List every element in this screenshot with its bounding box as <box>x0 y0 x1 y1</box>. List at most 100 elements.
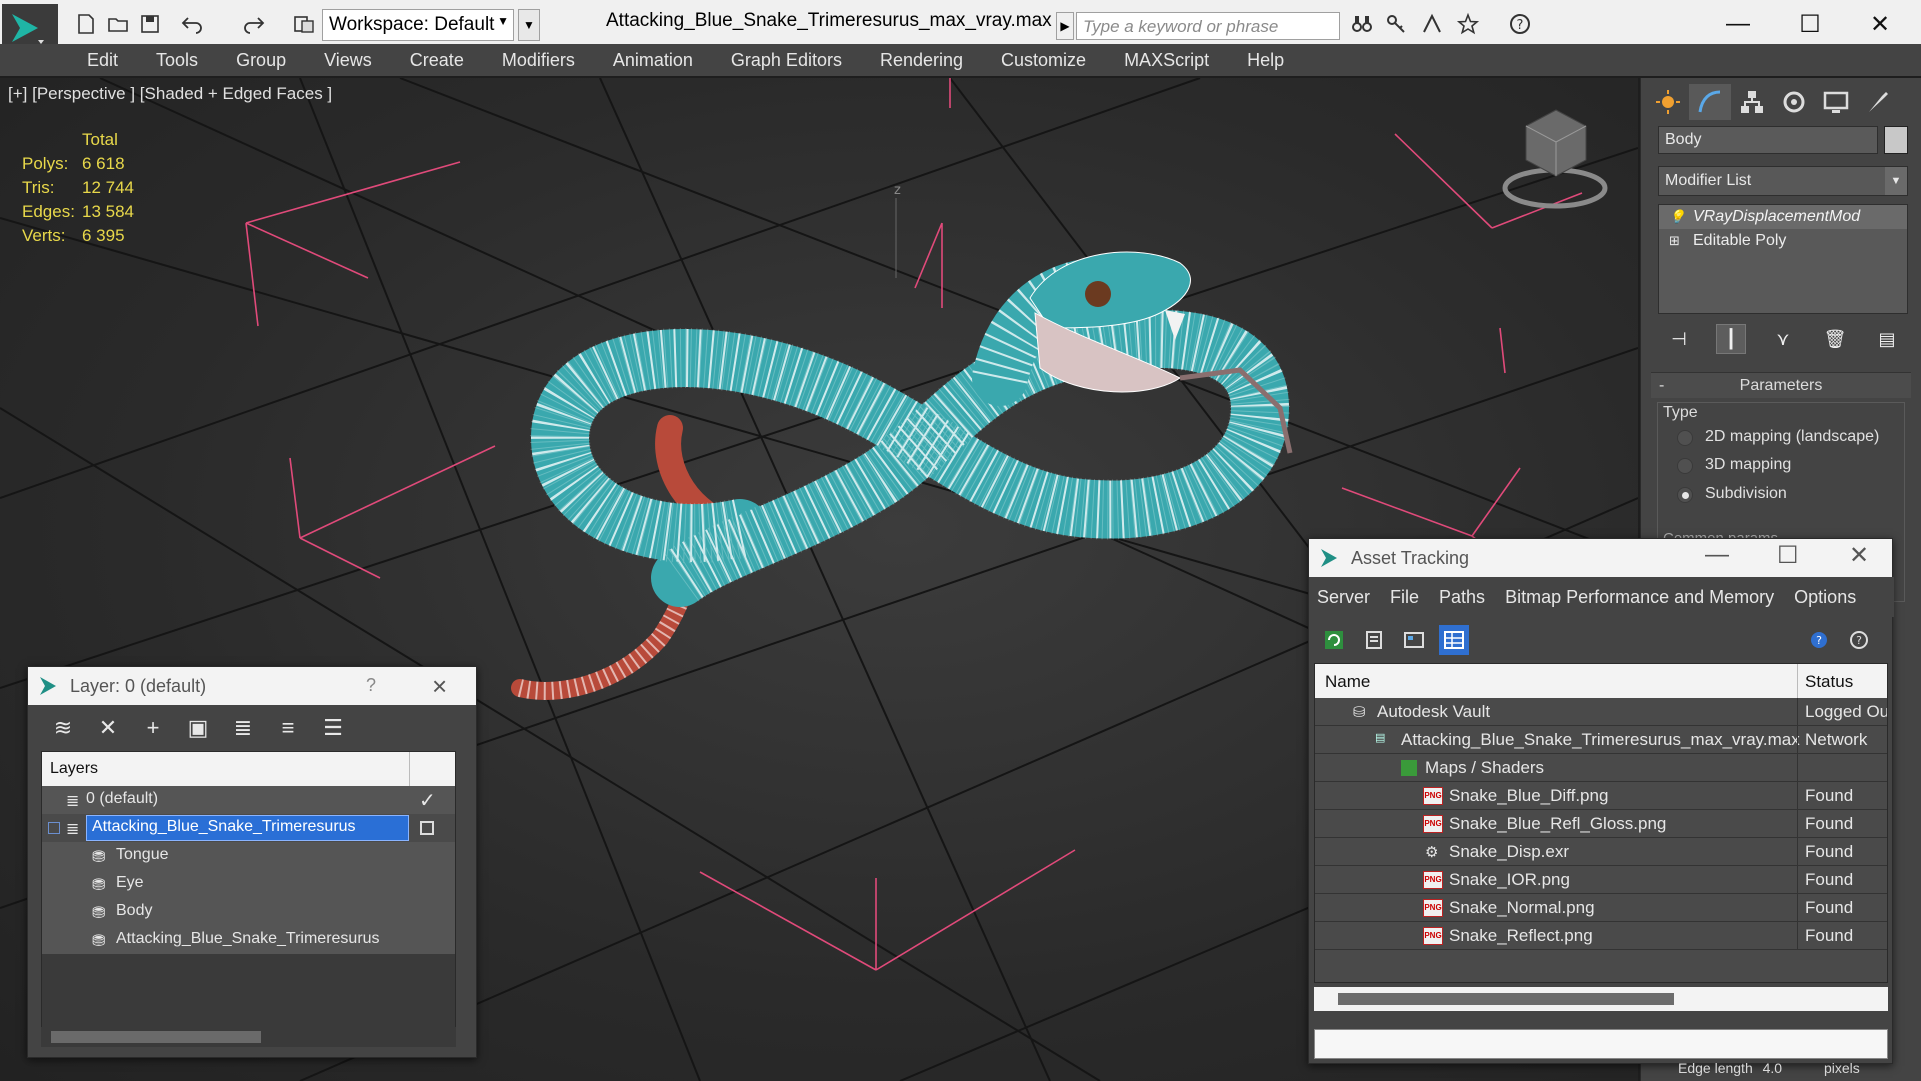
redo-icon[interactable] <box>240 10 268 38</box>
search-expand-button[interactable]: ▶ <box>1056 12 1074 40</box>
layer-row-snake[interactable]: ≣ Attacking_Blue_Snake_Trimeresurus <box>42 814 455 842</box>
pin-stack-icon[interactable]: ⊣ <box>1664 324 1694 354</box>
menu-rendering[interactable]: Rendering <box>861 50 982 71</box>
menu-modifiers[interactable]: Modifiers <box>483 50 594 71</box>
asset-window-titlebar[interactable]: Asset Tracking — ☐ ✕ <box>1309 539 1892 577</box>
menu-paths[interactable]: Paths <box>1439 587 1485 608</box>
refresh-icon[interactable] <box>1319 625 1349 655</box>
menu-animation[interactable]: Animation <box>594 50 712 71</box>
viewport-label[interactable]: [+] [Perspective ] [Shaded + Edged Faces… <box>8 84 332 104</box>
maximize-button[interactable]: ☐ <box>1782 6 1838 42</box>
show-end-result-icon[interactable]: ┃ <box>1716 324 1746 354</box>
hide-all-layers-icon[interactable]: ☰ <box>318 713 348 743</box>
menu-graph-editors[interactable]: Graph Editors <box>712 50 861 71</box>
collapse-icon[interactable] <box>48 822 60 834</box>
current-layer-check-icon[interactable]: ✓ <box>419 788 436 813</box>
layer-row-object[interactable]: ⛃ Tongue <box>42 842 455 870</box>
search-input[interactable]: Type a keyword or phrase <box>1076 12 1340 40</box>
select-layer-icon[interactable]: ≣ <box>228 713 258 743</box>
undo-icon[interactable] <box>178 10 206 38</box>
make-unique-icon[interactable]: ⋎ <box>1768 324 1798 354</box>
open-folder-icon[interactable] <box>104 10 132 38</box>
menu-file[interactable]: File <box>1390 587 1419 608</box>
asset-row-maps[interactable]: Maps / Shaders <box>1315 754 1887 782</box>
minimize-icon[interactable]: — <box>1705 541 1729 569</box>
minimize-button[interactable]: — <box>1710 6 1766 42</box>
utilities-tab-icon[interactable] <box>1857 84 1899 120</box>
menu-edit[interactable]: Edit <box>68 50 137 71</box>
new-file-icon[interactable] <box>72 10 100 38</box>
configure-modifier-sets-icon[interactable]: ▤ <box>1872 324 1902 354</box>
asset-row-map[interactable]: PNG Snake_IOR.png Found <box>1315 866 1887 894</box>
thumbnail-view-icon[interactable] <box>1399 625 1429 655</box>
layer-row-object[interactable]: ⛃ Body <box>42 898 455 926</box>
motion-tab-icon[interactable] <box>1773 84 1815 120</box>
status-column-header[interactable]: Status <box>1805 672 1853 692</box>
menu-options[interactable]: Options <box>1794 587 1856 608</box>
asset-row-map[interactable]: PNG Snake_Blue_Refl_Gloss.png Found <box>1315 810 1887 838</box>
viewcube-icon[interactable] <box>1502 109 1608 209</box>
horizontal-scrollbar[interactable] <box>1314 987 1888 1011</box>
menu-bitmap-performance[interactable]: Bitmap Performance and Memory <box>1505 587 1774 608</box>
hierarchy-tab-icon[interactable] <box>1731 84 1773 120</box>
scrollbar-thumb[interactable] <box>1338 993 1674 1005</box>
help-icon[interactable]: ? <box>366 675 376 696</box>
object-color-swatch[interactable] <box>1884 126 1908 154</box>
menu-group[interactable]: Group <box>217 50 305 71</box>
stack-item-vraydisplacement[interactable]: 💡 VRayDisplacementMod <box>1659 205 1907 229</box>
parameters-rollout-header[interactable]: - Parameters <box>1651 372 1911 398</box>
display-tab-icon[interactable] <box>1815 84 1857 120</box>
scrollbar-thumb[interactable] <box>51 1031 261 1043</box>
stack-item-editable-poly[interactable]: ⊞ Editable Poly <box>1659 229 1907 253</box>
workspace-menu-button[interactable]: ▼ <box>518 9 540 41</box>
menu-help[interactable]: Help <box>1228 50 1303 71</box>
save-icon[interactable] <box>136 10 164 38</box>
add-to-layer-icon[interactable]: + <box>138 713 168 743</box>
vault-help-icon[interactable]: ? <box>1804 625 1834 655</box>
table-view-icon[interactable] <box>1439 625 1469 655</box>
layer-row-object[interactable]: ⛃ Eye <box>42 870 455 898</box>
layer-row-object[interactable]: ⛃ Attacking_Blue_Snake_Trimeresurus <box>42 926 455 954</box>
asset-row-vault[interactable]: ⛁ Autodesk Vault Logged Out <box>1315 698 1887 726</box>
menu-views[interactable]: Views <box>305 50 391 71</box>
layer-window-titlebar[interactable]: Layer: 0 (default) ? × <box>28 667 476 705</box>
object-name-field[interactable]: Body <box>1658 126 1878 154</box>
asset-row-map[interactable]: PNG Snake_Normal.png Found <box>1315 894 1887 922</box>
radio-2d-mapping[interactable]: 2D mapping (landscape) <box>1677 428 1879 446</box>
close-icon[interactable]: ✕ <box>1849 541 1869 570</box>
edge-length-value[interactable]: 4.0 <box>1763 1060 1782 1076</box>
layer-row-default[interactable]: ≣ 0 (default) ✓ <box>42 786 455 814</box>
set-current-layer-icon[interactable]: ≡ <box>273 713 303 743</box>
close-icon[interactable]: × <box>432 671 447 702</box>
sign-in-icon[interactable] <box>1418 10 1446 38</box>
lightbulb-icon[interactable]: 💡 <box>1669 209 1685 225</box>
settings-help-icon[interactable]: ? <box>1844 625 1874 655</box>
expand-plus-icon[interactable]: ⊞ <box>1669 233 1680 249</box>
workspace-dropdown[interactable]: Workspace: Default ▼ <box>322 9 514 41</box>
menu-tools[interactable]: Tools <box>137 50 217 71</box>
help-icon[interactable]: ? <box>1506 10 1534 38</box>
close-button[interactable]: ✕ <box>1852 6 1908 42</box>
radio-3d-mapping[interactable]: 3D mapping <box>1677 456 1791 474</box>
remove-modifier-icon[interactable]: 🗑 <box>1820 324 1850 354</box>
layers-column[interactable]: Layers <box>50 760 98 777</box>
asset-row-maxfile[interactable]: ▤ Attacking_Blue_Snake_Trimeresurus_max_… <box>1315 726 1887 754</box>
select-objects-icon[interactable]: ▣ <box>183 713 213 743</box>
asset-row-map[interactable]: ⚙ Snake_Disp.exr Found <box>1315 838 1887 866</box>
current-layer-box-icon[interactable] <box>420 821 434 835</box>
menu-server[interactable]: Server <box>1317 587 1370 608</box>
project-folder-icon[interactable] <box>290 10 318 38</box>
modifier-list-dropdown[interactable]: Modifier List ▼ <box>1658 166 1908 196</box>
maximize-icon[interactable]: ☐ <box>1777 541 1799 570</box>
key-icon[interactable] <box>1382 10 1410 38</box>
asset-row-map[interactable]: PNG Snake_Reflect.png Found <box>1315 922 1887 950</box>
menu-maxscript[interactable]: MAXScript <box>1105 50 1228 71</box>
binoculars-icon[interactable] <box>1348 10 1376 38</box>
create-layer-icon[interactable]: ≋ <box>48 713 78 743</box>
favorites-star-icon[interactable] <box>1454 10 1482 38</box>
horizontal-scrollbar[interactable] <box>41 1027 456 1047</box>
create-tab-icon[interactable] <box>1647 84 1689 120</box>
radio-subdivision[interactable]: Subdivision <box>1677 485 1787 503</box>
delete-layer-icon[interactable]: ✕ <box>93 713 123 743</box>
menu-customize[interactable]: Customize <box>982 50 1105 71</box>
